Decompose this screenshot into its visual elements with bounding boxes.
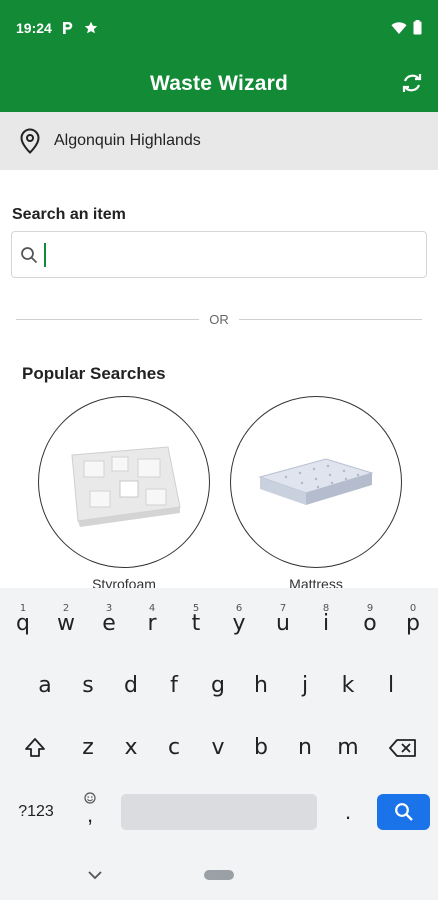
app-title: Waste Wizard [150,71,288,95]
key-e[interactable]: 3e [88,596,130,652]
keyboard-row-3: z x c v b n m [0,720,438,776]
refresh-icon[interactable] [400,71,424,95]
key-f[interactable]: f [153,658,195,714]
key-c[interactable]: c [153,720,195,776]
star-icon [84,21,98,33]
key-q[interactable]: 1q [2,596,44,652]
popular-searches-title: Popular Searches [22,364,166,383]
search-field[interactable] [11,231,427,278]
divider-line-left [16,318,200,320]
key-u[interactable]: 7u [262,596,304,652]
styrofoam-image [38,396,210,568]
battery-icon [413,20,422,35]
popular-item-styrofoam[interactable]: Styrofoam [38,396,210,592]
key-a[interactable]: a [24,658,66,714]
key-m[interactable]: m [327,720,369,776]
app-bar: Waste Wizard [0,55,438,112]
key-d[interactable]: d [110,658,152,714]
key-k[interactable]: k [327,658,369,714]
or-text: OR [209,311,229,327]
keyboard-row-1: 1q 2w 3e 4r 5t 6y 7u 8i 9o 0p [0,596,438,652]
soft-keyboard: 1q 2w 3e 4r 5t 6y 7u 8i 9o 0p a s d f g … [0,588,438,850]
key-p[interactable]: 0p [392,596,434,652]
search-input[interactable] [46,239,426,270]
location-pin-icon [20,128,40,154]
key-j[interactable]: j [284,658,326,714]
key-g[interactable]: g [197,658,239,714]
period-key[interactable]: . [330,794,366,830]
mattress-image [230,396,402,568]
keyboard-row-2: a s d f g h j k l [0,658,438,714]
key-v[interactable]: v [197,720,239,776]
parking-icon [62,21,73,34]
emoji-comma-key[interactable]: , [72,790,108,834]
shift-icon [25,738,45,757]
key-y[interactable]: 6y [218,596,260,652]
search-icon [394,803,413,821]
symbols-key[interactable]: ?123 [8,794,64,830]
system-nav-bar [0,850,438,900]
backspace-key[interactable] [380,720,426,776]
chevron-down-icon[interactable] [86,866,104,884]
divider-line-right [238,318,422,320]
search-icon [21,246,38,263]
home-pill[interactable] [204,870,234,880]
location-selector[interactable]: Algonquin Highlands [0,112,438,170]
key-s[interactable]: s [67,658,109,714]
space-key[interactable] [121,794,317,830]
key-l[interactable]: l [370,658,412,714]
key-i[interactable]: 8i [305,596,347,652]
keyboard-search-key[interactable] [377,794,430,830]
styrofoam-illustration [71,446,181,527]
key-r[interactable]: 4r [131,596,173,652]
key-w[interactable]: 2w [45,596,87,652]
popular-item-mattress[interactable]: Mattress [230,396,402,592]
key-t[interactable]: 5t [175,596,217,652]
shift-key[interactable] [12,720,58,776]
status-time: 19:24 [16,19,52,36]
location-name: Algonquin Highlands [54,132,201,149]
key-x[interactable]: x [110,720,152,776]
wifi-icon [391,21,407,34]
key-o[interactable]: 9o [349,596,391,652]
key-n[interactable]: n [284,720,326,776]
search-label: Search an item [12,206,126,223]
key-z[interactable]: z [67,720,109,776]
comma-label: , [86,802,94,827]
or-divider: OR [16,309,422,329]
key-h[interactable]: h [240,658,282,714]
mattress-illustration [258,458,374,505]
status-bar: 19:24 [0,0,438,55]
key-b[interactable]: b [240,720,282,776]
backspace-icon [389,739,416,757]
